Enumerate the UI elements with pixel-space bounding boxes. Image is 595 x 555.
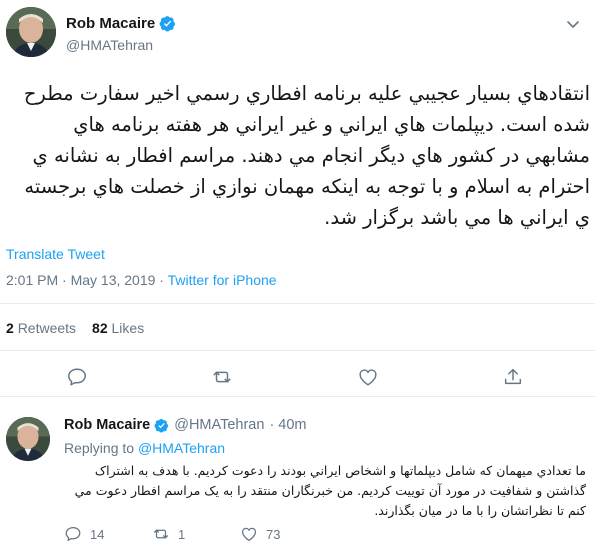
heart-icon	[359, 369, 377, 386]
reply-header: Rob Macaire @HMATehran · 40m	[64, 417, 307, 433]
reply-reply-button[interactable]: 14	[64, 525, 152, 543]
replying-to: Replying to @HMATehran	[64, 440, 225, 456]
reply-button[interactable]	[66, 366, 88, 388]
reply-icon	[68, 368, 86, 386]
tweet-text: انتقادهاي بسيار عجيبي عليه برنامه افطاري…	[23, 82, 590, 229]
reply-retweets-count: 1	[178, 526, 186, 542]
reply-author-avatar[interactable]	[6, 417, 50, 461]
author-name[interactable]: Rob Macaire	[66, 15, 155, 32]
author-handle[interactable]: @HMATehran	[66, 37, 153, 53]
reply-actions: 14 1 73	[64, 525, 328, 543]
retweet-icon	[153, 529, 169, 539]
main-tweet: Rob Macaire @HMATehran انتقادهاي بسيار ع…	[0, 0, 595, 397]
likes-count: 82	[92, 320, 108, 336]
reply-retweet-button[interactable]: 1	[152, 525, 240, 543]
retweet-button[interactable]	[211, 366, 233, 388]
tweet-meta: 2:01 PM · May 13, 2019 · Twitter for iPh…	[6, 272, 277, 288]
reply-age[interactable]: · 40m	[269, 417, 306, 433]
reply-tweet[interactable]: Rob Macaire @HMATehran · 40m Replying to…	[0, 397, 595, 555]
reply-replies-count: 14	[90, 526, 105, 542]
reply-author-name[interactable]: Rob Macaire	[64, 417, 150, 433]
likes-stat[interactable]: 82 Likes	[92, 320, 144, 336]
retweets-label: Retweets	[17, 320, 77, 336]
verified-badge-icon	[154, 418, 169, 433]
divider	[0, 350, 595, 351]
reply-text: ما تعدادي ميهمان كه شامل ديپلماتها و اشخ…	[74, 463, 586, 518]
retweets-stat[interactable]: 2 Retweets	[6, 320, 76, 336]
divider	[0, 303, 595, 304]
verified-badge-icon	[159, 15, 176, 32]
share-button[interactable]	[502, 366, 524, 388]
author-name-row: Rob Macaire	[66, 15, 176, 32]
chevron-down-icon[interactable]	[565, 16, 581, 32]
share-icon	[504, 368, 522, 385]
reply-author-handle[interactable]: @HMATehran	[174, 417, 264, 433]
translate-tweet-link[interactable]: Translate Tweet	[6, 246, 105, 262]
like-button[interactable]	[357, 366, 379, 388]
replying-to-handle[interactable]: @HMATehran	[138, 440, 225, 456]
reply-like-button[interactable]: 73	[240, 525, 328, 543]
retweets-count: 2	[6, 320, 14, 336]
tweet-source-link[interactable]: Twitter for iPhone	[168, 272, 277, 288]
reply-likes-count: 73	[266, 526, 281, 542]
tweet-stats: 2 Retweets 82 Likes	[6, 320, 144, 336]
replying-to-prefix: Replying to	[64, 440, 135, 456]
reply-icon	[65, 526, 81, 542]
author-avatar[interactable]	[6, 7, 56, 57]
retweet-icon	[213, 371, 231, 383]
likes-label: Likes	[111, 320, 145, 336]
tweet-timestamp[interactable]: 2:01 PM · May 13, 2019 ·	[6, 272, 168, 288]
heart-icon	[241, 527, 257, 542]
